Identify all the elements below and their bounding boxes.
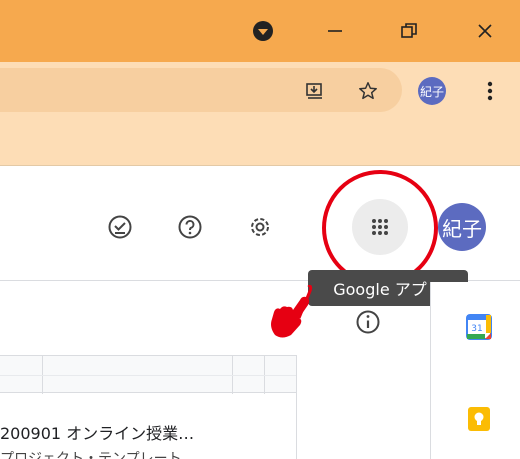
- info-icon[interactable]: [353, 307, 383, 337]
- google-keep-icon[interactable]: [466, 406, 492, 432]
- close-icon[interactable]: [460, 0, 510, 62]
- install-icon[interactable]: [302, 78, 328, 104]
- restore-icon[interactable]: [384, 0, 434, 62]
- file-subtitle: プロジェクト・テンプレート: [0, 451, 182, 459]
- file-thumbnail[interactable]: [0, 355, 296, 394]
- settings-icon[interactable]: [240, 207, 280, 247]
- more-vert-icon[interactable]: [480, 76, 500, 106]
- bookmark-star-icon[interactable]: [355, 78, 381, 104]
- svg-text:31: 31: [471, 324, 482, 334]
- ready-offline-icon[interactable]: [100, 207, 140, 247]
- address-bar[interactable]: [0, 68, 402, 112]
- side-panel: [430, 282, 520, 459]
- google-calendar-icon[interactable]: 31: [466, 314, 492, 340]
- bookmarks-bar: [0, 118, 520, 166]
- profile-avatar[interactable]: 紀子: [418, 77, 446, 105]
- file-title[interactable]: 200901 オンライン授業…: [0, 420, 194, 444]
- pointing-hand-icon: [266, 283, 316, 341]
- minimize-icon[interactable]: [310, 0, 360, 62]
- highlight-circle: [322, 170, 438, 286]
- media-control-icon[interactable]: [238, 0, 288, 62]
- account-avatar[interactable]: 紀子: [438, 203, 486, 251]
- divider: [296, 355, 297, 459]
- help-icon[interactable]: [170, 207, 210, 247]
